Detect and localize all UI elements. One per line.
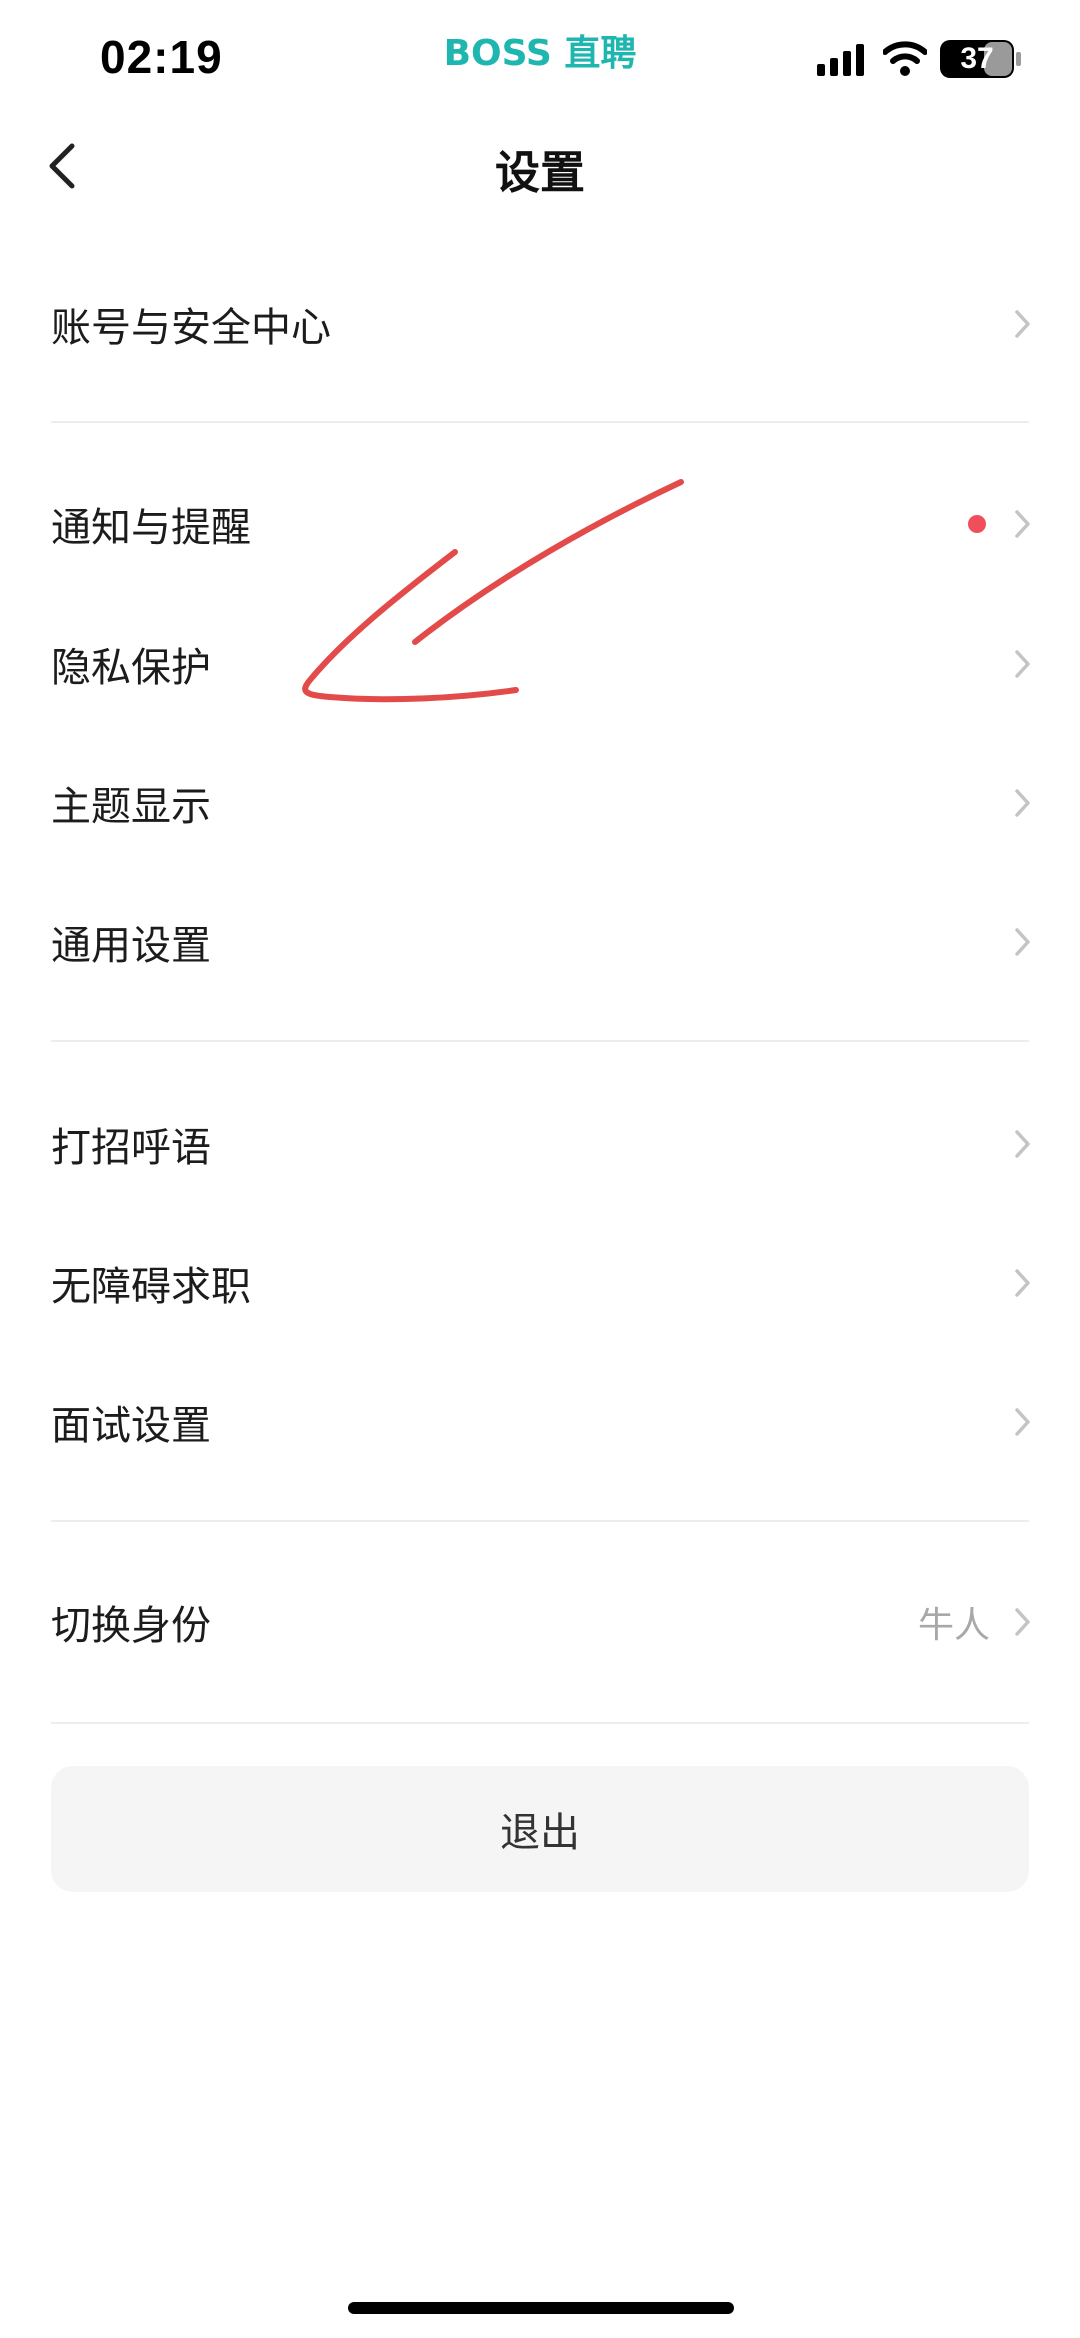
row-label: 通知与提醒 xyxy=(51,505,251,551)
back-button[interactable] xyxy=(40,140,84,192)
settings-row-switch-identity[interactable]: 切换身份 牛人 xyxy=(0,1572,1080,1672)
chevron-right-icon xyxy=(1015,1130,1030,1158)
settings-screen: 02:19 BOSS 直聘 37 设置 账号与安全中心 通知与提醒 隐私保护 主… xyxy=(0,0,1080,2338)
row-label: 通用设置 xyxy=(51,923,211,969)
chevron-right-icon xyxy=(1015,650,1030,678)
status-bar: 02:19 BOSS 直聘 37 xyxy=(0,0,1080,120)
row-label: 打招呼语 xyxy=(51,1125,211,1171)
settings-row-interview[interactable]: 面试设置 xyxy=(0,1372,1080,1472)
battery-level: 37 xyxy=(960,42,994,75)
app-name-latin: BOSS xyxy=(443,33,552,74)
settings-row-theme[interactable]: 主题显示 xyxy=(0,753,1080,853)
row-label: 账号与安全中心 xyxy=(51,305,331,351)
identity-value: 牛人 xyxy=(917,1605,990,1646)
group-divider xyxy=(51,1722,1029,1724)
red-dot-badge xyxy=(968,515,986,533)
row-label: 无障碍求职 xyxy=(51,1264,251,1310)
row-label: 面试设置 xyxy=(51,1403,211,1449)
page-title: 设置 xyxy=(494,146,586,199)
settings-row-general[interactable]: 通用设置 xyxy=(0,892,1080,992)
settings-row-privacy[interactable]: 隐私保护 xyxy=(0,614,1080,714)
chevron-right-icon xyxy=(1015,1269,1030,1297)
chevron-right-icon xyxy=(1015,789,1030,817)
logout-button[interactable]: 退出 xyxy=(51,1766,1029,1892)
group-divider xyxy=(51,421,1029,423)
settings-row-accessibility[interactable]: 无障碍求职 xyxy=(0,1233,1080,1333)
row-label: 主题显示 xyxy=(51,784,211,830)
chevron-right-icon xyxy=(1015,310,1030,338)
group-divider xyxy=(51,1040,1029,1042)
settings-row-greetings[interactable]: 打招呼语 xyxy=(0,1094,1080,1194)
chevron-right-icon xyxy=(1015,928,1030,956)
logout-label: 退出 xyxy=(500,1810,580,1856)
settings-row-account-security[interactable]: 账号与安全中心 xyxy=(0,274,1080,374)
chevron-right-icon xyxy=(1015,1408,1030,1436)
signal-icon xyxy=(817,44,864,76)
wifi-icon xyxy=(883,41,927,76)
app-name-cjk: 直聘 xyxy=(564,33,637,74)
chevron-right-icon xyxy=(1015,510,1030,538)
status-time: 02:19 xyxy=(100,31,223,83)
row-label: 切换身份 xyxy=(51,1603,211,1649)
status-app-name: BOSS 直聘 xyxy=(444,24,637,76)
settings-row-notifications[interactable]: 通知与提醒 xyxy=(0,474,1080,574)
home-indicator[interactable] xyxy=(348,2302,734,2314)
chevron-right-icon xyxy=(1015,1608,1030,1636)
row-label: 隐私保护 xyxy=(51,645,211,691)
group-divider xyxy=(51,1520,1029,1522)
